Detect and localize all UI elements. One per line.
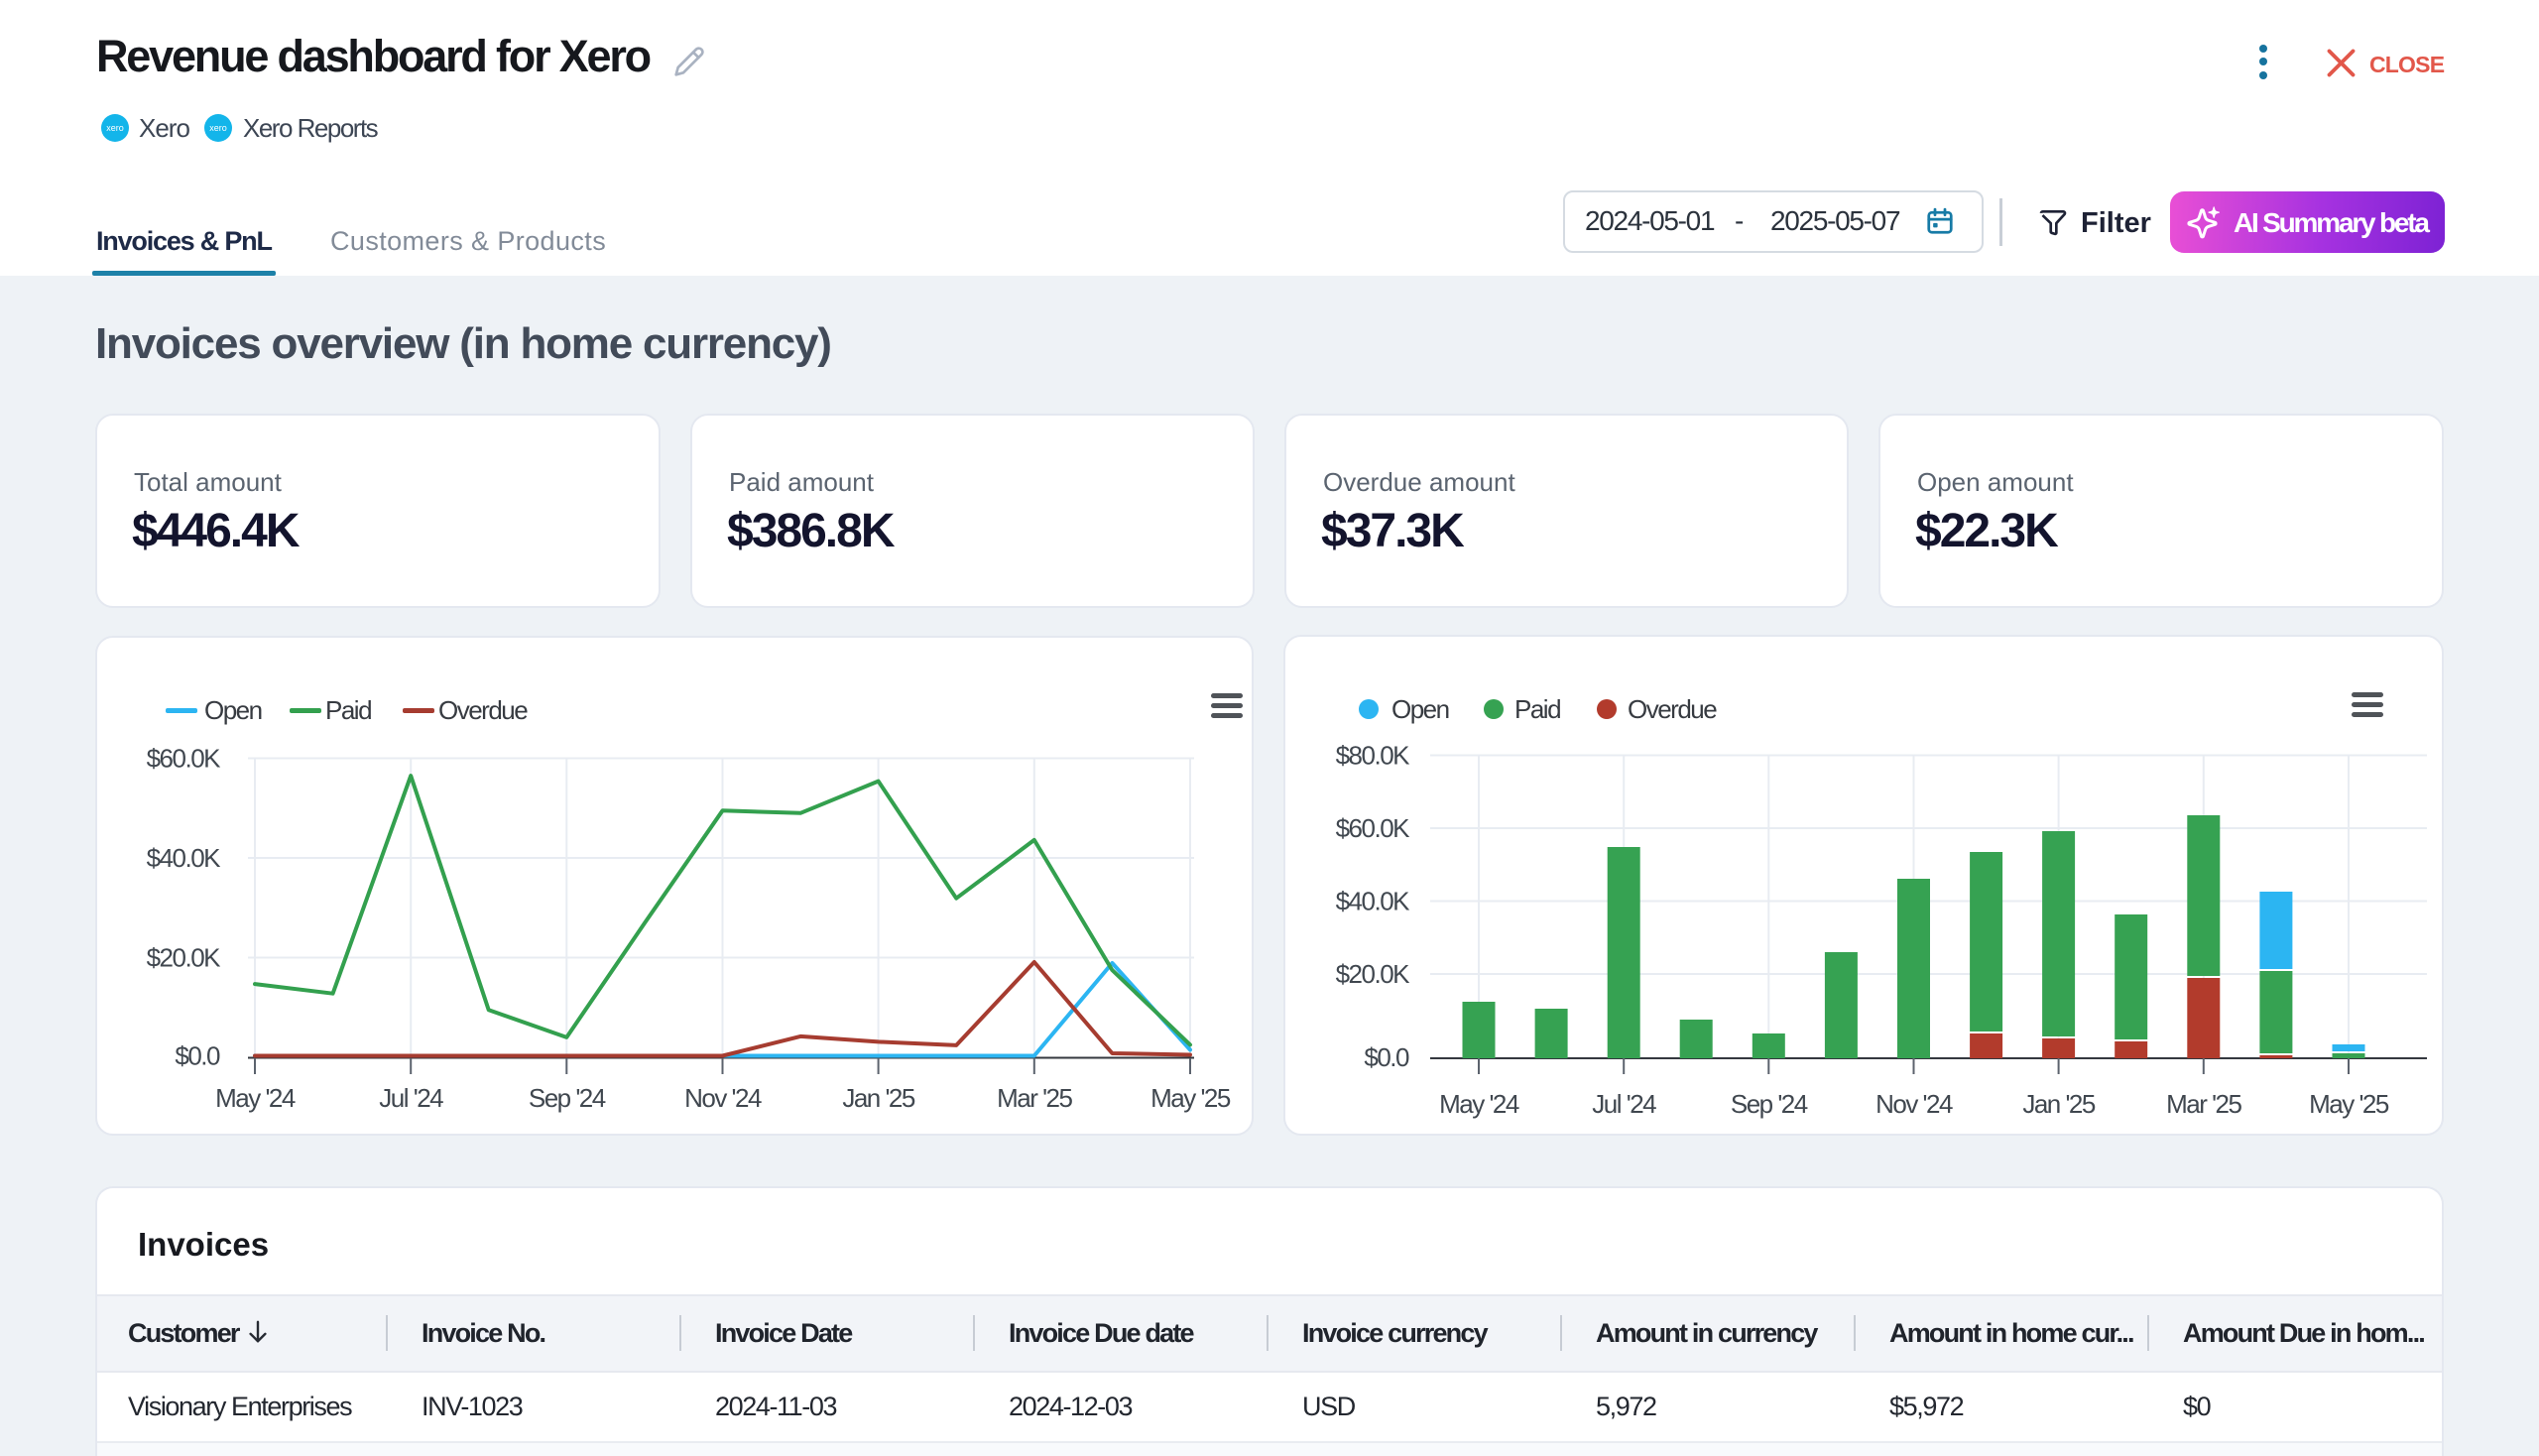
svg-text:$0.0: $0.0 <box>1364 1042 1409 1072</box>
svg-text:Nov '24: Nov '24 <box>684 1083 762 1113</box>
svg-text:Jul '24: Jul '24 <box>379 1083 443 1113</box>
svg-text:$40.0K: $40.0K <box>1336 887 1411 916</box>
svg-text:$20.0K: $20.0K <box>1336 959 1411 989</box>
svg-text:$0.0: $0.0 <box>175 1041 220 1071</box>
svg-text:$60.0K: $60.0K <box>147 744 222 774</box>
svg-text:Sep '24: Sep '24 <box>529 1083 606 1113</box>
svg-text:May '24: May '24 <box>215 1083 296 1113</box>
svg-text:$80.0K: $80.0K <box>1336 741 1411 771</box>
svg-text:Nov '24: Nov '24 <box>1875 1089 1953 1119</box>
svg-text:May '24: May '24 <box>1439 1089 1519 1119</box>
svg-text:Jan '25: Jan '25 <box>842 1083 915 1113</box>
svg-text:Jul '24: Jul '24 <box>1592 1089 1656 1119</box>
svg-text:May '25: May '25 <box>2309 1089 2389 1119</box>
svg-text:Sep '24: Sep '24 <box>1731 1089 1808 1119</box>
svg-text:May '25: May '25 <box>1150 1083 1231 1113</box>
svg-text:Jan '25: Jan '25 <box>2022 1089 2096 1119</box>
svg-text:$20.0K: $20.0K <box>147 943 222 973</box>
svg-text:$60.0K: $60.0K <box>1336 813 1411 843</box>
svg-text:$40.0K: $40.0K <box>147 843 222 873</box>
svg-text:Mar '25: Mar '25 <box>2166 1089 2241 1119</box>
svg-text:Mar '25: Mar '25 <box>997 1083 1072 1113</box>
